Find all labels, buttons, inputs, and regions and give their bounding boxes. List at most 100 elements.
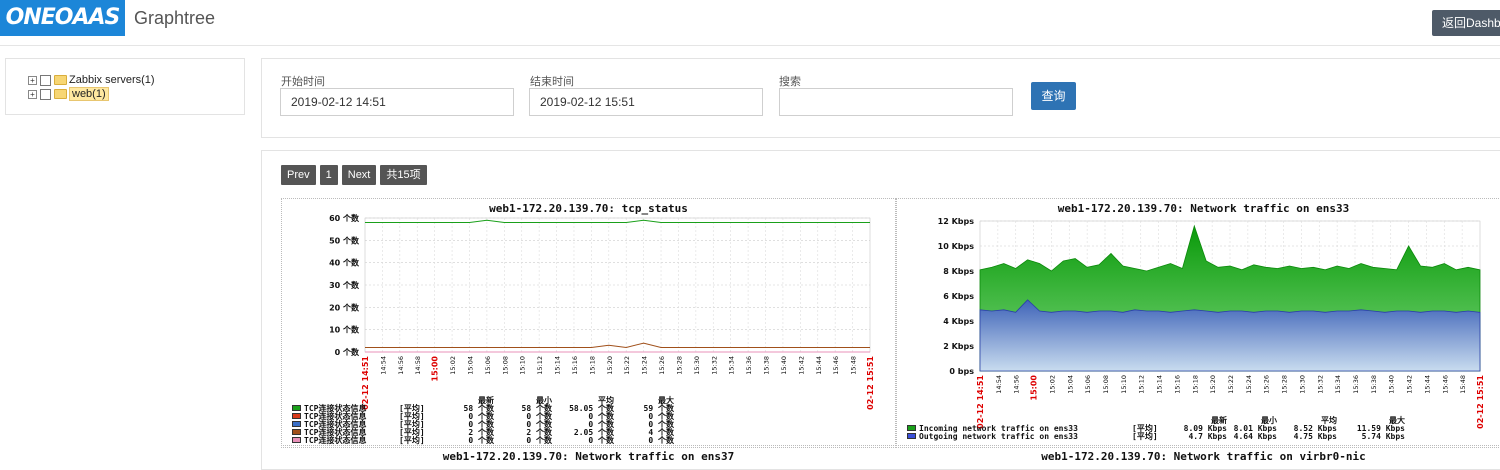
x-tick-label: 15:20 (1209, 375, 1217, 394)
x-tick-label: 15:26 (1263, 375, 1271, 394)
legend-value: 4.64 Kbps (1233, 431, 1277, 441)
x-tick-label: 15:24 (1245, 375, 1253, 394)
legend-swatch (292, 421, 301, 427)
x-tick-label: 15:26 (658, 356, 666, 375)
legend-value: 0 个数 (526, 435, 552, 445)
x-tick-label: 15:34 (1334, 375, 1342, 394)
top-bar: ONEOAAS Graphtree 返回Dashboard (0, 0, 1500, 46)
app-title: Graphtree (134, 8, 216, 28)
end-time-input[interactable]: 2019-02-12 15:51 (529, 88, 763, 116)
start-time-label: 开始时间 (281, 76, 325, 88)
tree-item-web[interactable]: + web(1) (28, 87, 109, 101)
x-tick-label: 15:18 (1191, 375, 1199, 394)
end-time-label: 结束时间 (530, 76, 574, 88)
x-tick-label: 15:30 (693, 356, 701, 375)
legend-swatch (907, 425, 916, 431)
tree-checkbox[interactable] (40, 74, 51, 86)
x-tick-label: 15:38 (1370, 375, 1378, 394)
tree-checkbox[interactable] (40, 88, 51, 100)
y-tick-label: 10 Kbps (938, 242, 975, 251)
legend-series-name: Outgoing network traffic on ens33 (919, 431, 1078, 441)
graph-tcp-status[interactable]: web1-172.20.139.70: tcp_status 60 个数 50 个… (281, 198, 896, 446)
x-tick-label: 15:28 (675, 356, 683, 375)
x-tick-label: 15:34 (728, 356, 736, 375)
folder-icon (54, 75, 67, 85)
legend-value: 0 个数 (468, 435, 494, 445)
legend-value: 0 个数 (588, 435, 614, 445)
graph-network-ens33[interactable]: web1-172.20.139.70: Network traffic on e… (896, 198, 1500, 446)
x-tick-label: 02-12 15:51 (866, 356, 875, 410)
query-button[interactable]: 查询 (1031, 82, 1076, 110)
x-tick-label: 14:56 (1013, 375, 1021, 394)
logo[interactable]: ONEOAAS (0, 0, 125, 36)
legend-series-name: TCP连接状态信息 (304, 435, 367, 445)
legend-swatch (292, 437, 301, 443)
search-label: 搜索 (779, 76, 801, 88)
x-tick-label: 15:14 (1156, 375, 1164, 394)
y-tick-label: 2 Kbps (943, 342, 974, 351)
prev-button[interactable]: Prev (281, 165, 316, 185)
x-tick-label: 15:22 (1227, 375, 1235, 394)
x-tick-label: 15:02 (1048, 375, 1056, 394)
graph-legend: 最新 最小 平均 最大 TCP连接状态信息 [平均] 58 个数 58 个数 58.05 个数 5… (292, 396, 674, 445)
back-to-dashboard-button[interactable]: 返回Dashboard (1432, 10, 1500, 36)
x-tick-label: 15:18 (588, 356, 596, 375)
tree-item-zabbix-servers[interactable]: + Zabbix servers(1) (28, 73, 155, 87)
x-tick-label: 15:06 (484, 356, 492, 375)
legend-value: 0 个数 (648, 435, 674, 445)
legend-aggregation: [平均] (399, 435, 425, 445)
search-panel: 开始时间 2019-02-12 14:51 结束时间 2019-02-12 15… (261, 58, 1500, 138)
network-ens33-chart: 12 Kbps 10 Kbps 8 Kbps 6 Kbps 4 Kbps 2 Kbps 0 … (938, 217, 1485, 429)
y-tick-label: 12 Kbps (938, 217, 975, 226)
legend-value: 4.75 Kbps (1293, 431, 1337, 441)
expand-icon[interactable]: + (28, 75, 37, 85)
y-tick-label: 0 个数 (335, 347, 360, 357)
x-tick-label: 15:06 (1084, 375, 1092, 394)
folder-icon (54, 89, 67, 99)
x-tick-label: 15:38 (763, 356, 771, 375)
graph-network-virbr0[interactable]: web1-172.20.139.70: Network traffic on v… (896, 447, 1500, 467)
x-tick-label: 15:48 (1459, 375, 1467, 394)
y-tick-label: 50 个数 (329, 235, 360, 245)
legend-aggregation: [平均] (1132, 431, 1158, 441)
x-tick-label: 15:04 (1066, 375, 1074, 394)
tree-item-label[interactable]: web(1) (69, 87, 109, 101)
y-tick-label: 8 Kbps (943, 267, 974, 276)
x-tick-label: 15:44 (1423, 375, 1431, 394)
total-count: 共15项 (380, 165, 427, 185)
x-tick-label: 15:12 (536, 356, 544, 375)
graph-network-ens37[interactable]: web1-172.20.139.70: Network traffic on e… (281, 447, 896, 467)
tree-item-label[interactable]: Zabbix servers(1) (69, 74, 155, 86)
x-tick-label: 15:36 (745, 356, 753, 375)
x-tick-label: 15:08 (501, 356, 509, 375)
host-tree-panel: + Zabbix servers(1) + web(1) (5, 58, 245, 115)
start-time-input[interactable]: 2019-02-12 14:51 (280, 88, 514, 116)
x-tick-label: 15:44 (815, 356, 823, 375)
y-tick-label: 10 个数 (329, 325, 360, 335)
y-tick-label: 20 个数 (329, 302, 360, 312)
x-tick-label: 15:20 (606, 356, 614, 375)
y-tick-label: 60 个数 (329, 213, 360, 223)
legend-swatch (292, 405, 301, 411)
y-tick-label: 4 Kbps (943, 317, 974, 326)
page-1-button[interactable]: 1 (319, 165, 338, 185)
x-tick-label: 15:40 (1388, 375, 1396, 394)
graph-legend: 最新 最小 平均 最大 Incoming network traffic on ens3… (907, 416, 1405, 441)
x-tick-label: 15:42 (797, 356, 805, 375)
search-input[interactable] (779, 88, 1013, 116)
next-button[interactable]: Next (341, 165, 377, 185)
legend-row: TCP连接状态信息 [平均] 0 个数 0 个数 0 个数 0 个数 (292, 435, 674, 445)
x-tick-label: 15:02 (449, 356, 457, 375)
graph-title: web1-172.20.139.70: Network traffic on v… (1041, 450, 1366, 463)
y-tick-label: 6 Kbps (943, 292, 974, 301)
y-tick-label: 0 bps (949, 367, 974, 376)
legend-value: 4.7 Kbps (1188, 431, 1227, 441)
x-tick-label: 15:36 (1352, 375, 1360, 394)
expand-icon[interactable]: + (28, 89, 37, 99)
x-tick-label: 15:10 (519, 356, 527, 375)
x-tick-label: 15:00 (1030, 375, 1039, 401)
x-tick-label: 15:48 (850, 356, 858, 375)
x-tick-label: 14:56 (397, 356, 405, 375)
x-tick-label: 15:00 (431, 356, 440, 382)
x-tick-label: 15:16 (571, 356, 579, 375)
